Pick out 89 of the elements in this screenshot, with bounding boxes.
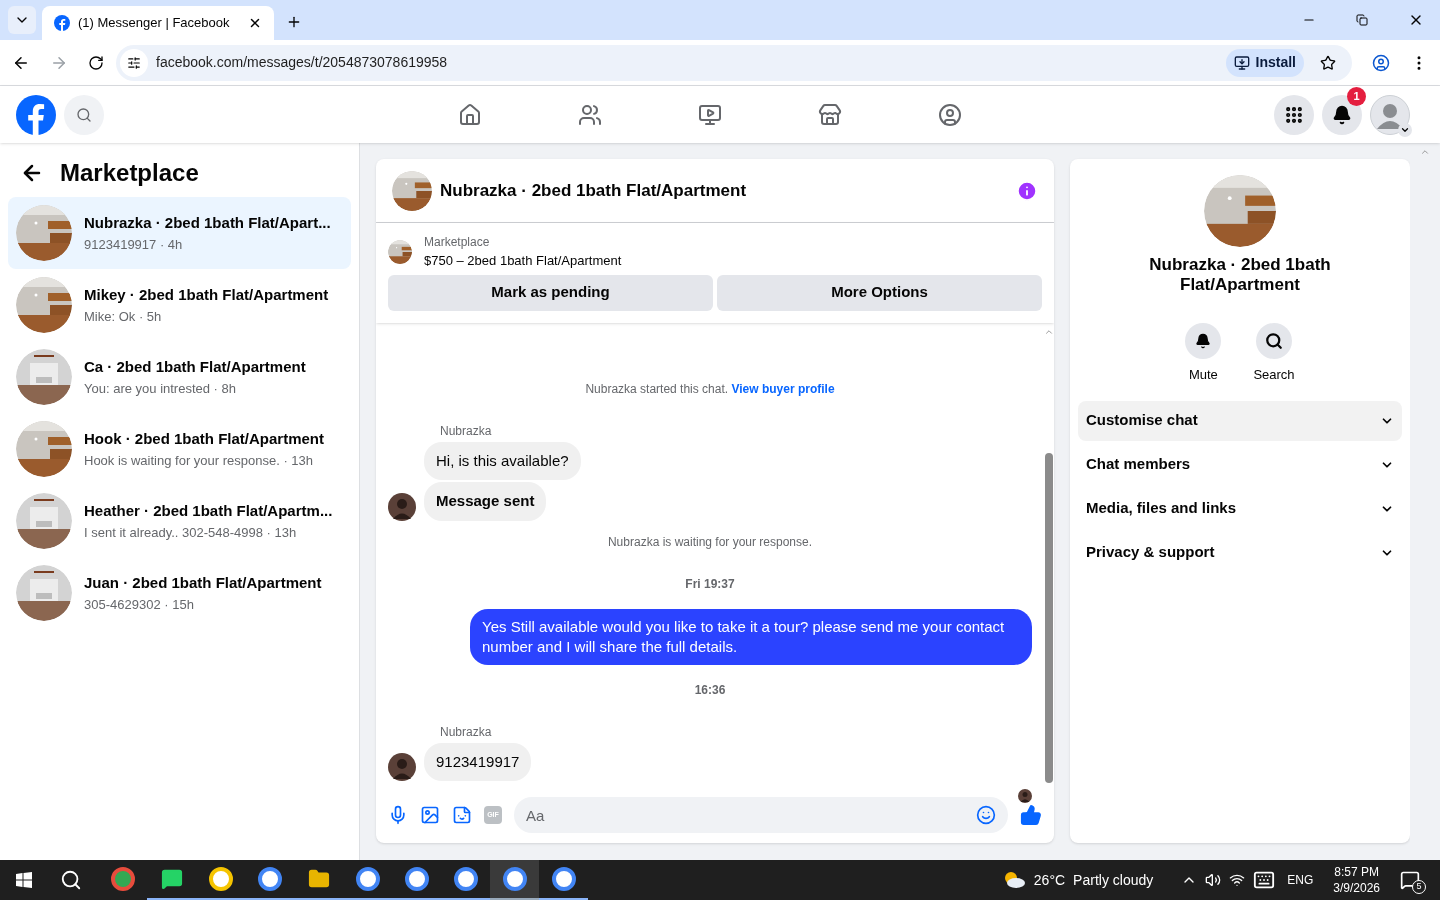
tab-title: (1) Messenger | Facebook (78, 14, 231, 33)
facebook-icon (54, 15, 70, 31)
outgoing-message: Yes Still available would you like to take it a tour? please send me your contact number and I will share the full details. (470, 608, 1032, 665)
site-info-button[interactable] (120, 48, 148, 77)
chat-notice: Nubrazka started this chat. View buyer profile (584, 380, 836, 398)
action-button[interactable]: Mark as pending (388, 274, 713, 311)
install-button[interactable]: Install (1225, 48, 1304, 77)
groups-icon (938, 102, 962, 127)
action-button[interactable]: More Options (717, 274, 1042, 311)
info-icon[interactable] (1016, 179, 1038, 202)
home-icon (458, 102, 482, 127)
search-icon (1265, 332, 1283, 350)
section-row[interactable]: Customise chat (1078, 400, 1402, 441)
incoming-message: Message sent (424, 482, 547, 521)
microphone-icon[interactable] (388, 805, 408, 825)
timestamp: 16:36 (693, 681, 727, 699)
sender-name: Nubrazka (440, 723, 493, 741)
avatar (388, 753, 416, 781)
wifi-icon[interactable] (1229, 872, 1246, 888)
like-icon[interactable] (1020, 804, 1042, 826)
avatar (388, 492, 416, 521)
facebook-logo (16, 94, 56, 135)
chat-title: Nubrazka · 2bed 1bath Flat/Apartment (440, 179, 748, 202)
sender-name: Nubrazka (440, 422, 493, 440)
address-bar[interactable]: facebook.com/messages/t/2054873078619958 Install (116, 44, 1352, 81)
folder-glyph-icon (307, 868, 330, 890)
bell-icon (1195, 333, 1212, 349)
scrollbar-thumb[interactable] (1045, 453, 1053, 783)
weather-text: Partly cloudy (1073, 870, 1154, 890)
photo-icon[interactable] (420, 805, 440, 825)
sliders-icon (127, 55, 141, 70)
listing-label: Marketplace (424, 234, 491, 251)
chat-bubble-icon (160, 868, 183, 890)
listing-title: $750 – 2bed 1bath Flat/Apartment (424, 252, 622, 270)
message-field[interactable]: Aa (514, 797, 1008, 833)
timestamp: Fri 19:37 (684, 575, 736, 593)
install-icon (1233, 54, 1250, 71)
chat-preview: Mike: Ok · 5h (84, 307, 163, 326)
speaker-icon[interactable] (1205, 872, 1222, 888)
marketplace-icon (818, 102, 842, 127)
chat-title: Heather · 2bed 1bath Flat/Apartm... (84, 501, 333, 521)
search-button[interactable] (64, 94, 104, 135)
bell-icon (1332, 104, 1352, 125)
search-icon[interactable] (60, 869, 82, 891)
bookmark-icon[interactable] (1320, 54, 1336, 71)
close-icon[interactable] (248, 16, 262, 30)
clock[interactable]: 8:57 PM 3/9/2026 (1333, 864, 1380, 896)
notifications-button[interactable] (1322, 94, 1362, 135)
start-icon[interactable] (16, 872, 32, 888)
chat-preview: You: are you intrested · 8h (84, 379, 237, 398)
menu-button[interactable] (1274, 94, 1314, 135)
keyboard-icon[interactable] (1253, 869, 1276, 891)
sticker-icon[interactable] (452, 805, 472, 825)
chat-item[interactable]: Nubrazka · 2bed 1bath Flat/Apart... 9123419917 · 4h (8, 197, 351, 269)
notification-center-icon[interactable] (1400, 870, 1420, 890)
reload-icon[interactable] (88, 54, 104, 71)
video-icon (698, 102, 722, 127)
chat-preview: 305-4629302 · 15h (84, 595, 195, 614)
chat-preview: Hook is waiting for your response. · 13h (84, 451, 315, 470)
chat-title: Nubrazka · 2bed 1bath Flat/Apart... (84, 213, 331, 233)
language-indicator[interactable]: ENG (1287, 871, 1314, 889)
incoming-message: 9123419917 (424, 742, 532, 781)
chat-title: Mikey · 2bed 1bath Flat/Apartment (84, 285, 329, 305)
avatar (1018, 789, 1032, 803)
chat-preview: I sent it already.. 302-548-4998 · 13h (84, 523, 298, 542)
chat-title: Hook · 2bed 1bath Flat/Apartment (84, 429, 325, 449)
notification-badge: 1 (1347, 86, 1366, 106)
browser-tab[interactable]: (1) Messenger | Facebook (42, 6, 274, 40)
new-tab-icon[interactable] (286, 14, 302, 30)
profile-icon[interactable] (1372, 53, 1390, 72)
friends-icon (578, 102, 602, 127)
tab-list-button[interactable] (8, 6, 36, 34)
sidebar-title: Marketplace (60, 158, 199, 188)
details-title: Nubrazka · 2bed 1bath Flat/Apartment (1148, 255, 1332, 295)
weather-temperature: 26°C (1033, 870, 1066, 890)
grid-icon (1284, 104, 1304, 125)
notification-count: 5 (1412, 880, 1426, 894)
url-text: facebook.com/messages/t/2054873078619958 (156, 53, 449, 72)
search-icon (76, 106, 92, 123)
buyer-profile-link[interactable]: View buyer profile (731, 381, 835, 396)
app-icon[interactable] (490, 860, 539, 900)
chat-notice: Nubrazka is waiting for your response. (606, 533, 814, 551)
chat-preview: 9123419917 · 4h (84, 235, 184, 254)
incoming-message: Hi, is this available? (424, 441, 581, 480)
chat-title: Juan · 2bed 1bath Flat/Apartment (84, 573, 322, 593)
restore-icon[interactable] (1356, 14, 1368, 26)
emoji-icon[interactable] (976, 805, 996, 825)
chat-title: Ca · 2bed 1bath Flat/Apartment (84, 357, 306, 377)
search-button[interactable]: Search (1253, 323, 1295, 385)
